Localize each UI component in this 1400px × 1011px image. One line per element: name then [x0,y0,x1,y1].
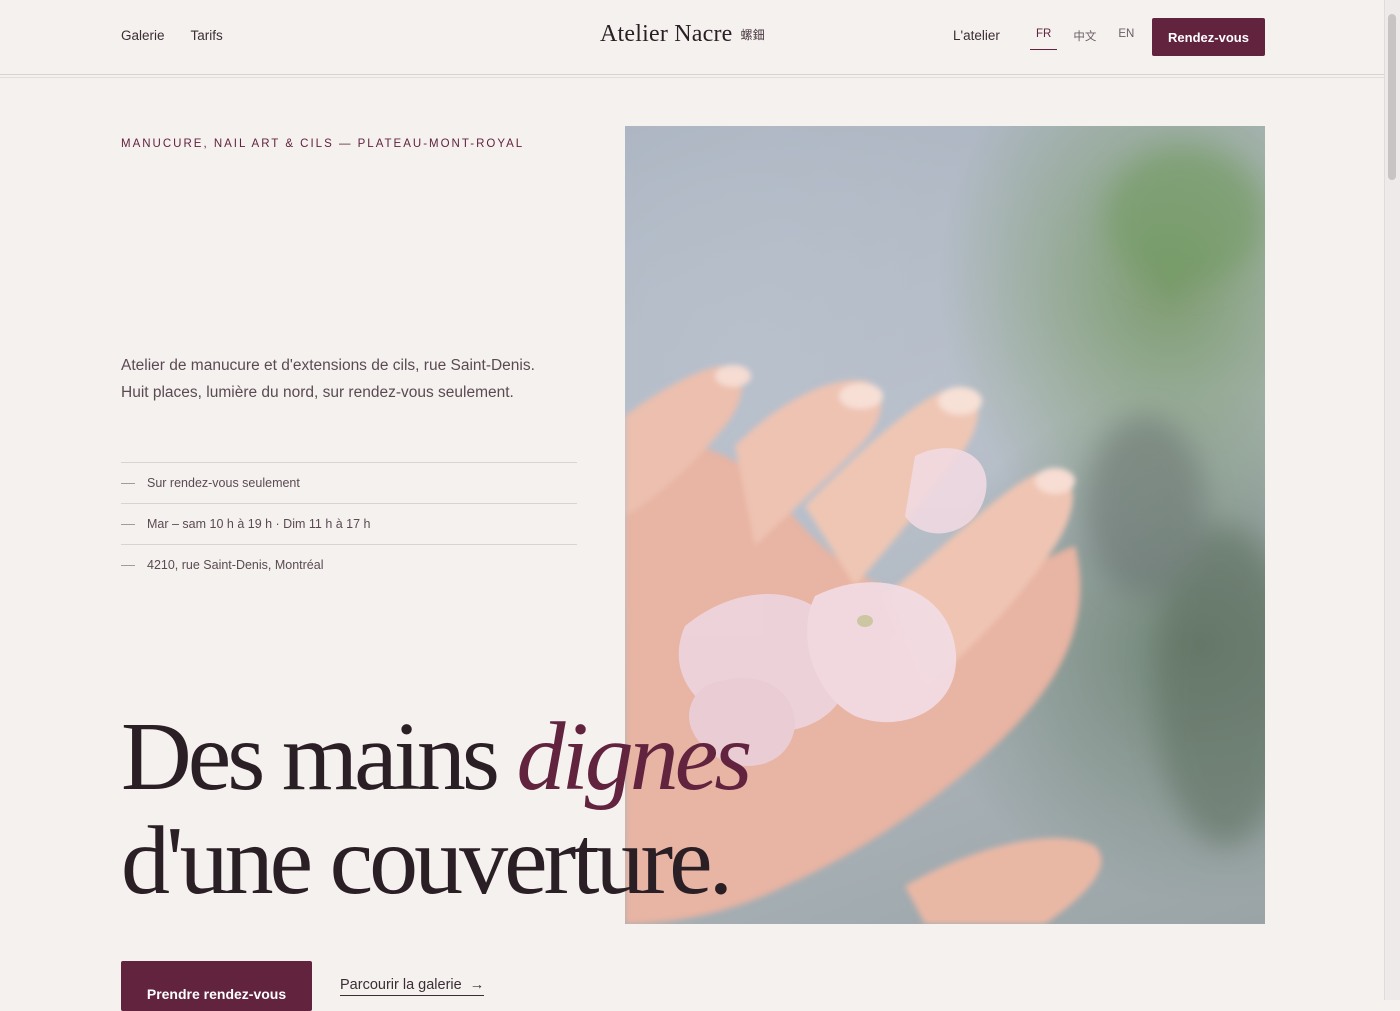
nav-link-atelier[interactable]: L'atelier [953,28,1000,43]
scrollbar-thumb[interactable] [1388,14,1396,180]
nav-link-tarifs[interactable]: Tarifs [191,28,223,43]
dash-icon [121,523,135,525]
hero-eyebrow: MANUCURE, NAIL ART & CILS — PLATEAU-MONT… [121,138,525,150]
dash-icon [121,564,135,566]
language-switcher: FR 中文 EN [1030,28,1140,50]
arrow-right-icon: → [469,977,485,993]
fact-item: Sur rendez-vous seulement [121,462,577,503]
prendre-rendezvous-button[interactable]: Prendre rendez-vous [121,961,312,1011]
headline-part1: Des mains [121,703,517,811]
fact-text: 4210, rue Saint-Denis, Montréal [147,558,324,572]
brand-name: Atelier Nacre [600,21,733,47]
fact-item: 4210, rue Saint-Denis, Montréal [121,544,577,585]
lang-zh[interactable]: 中文 [1067,28,1102,50]
site-header: Galerie Tarifs Atelier Nacre 螺鈿 L'atelier… [0,0,1385,78]
lang-en[interactable]: EN [1112,28,1140,50]
gallery-link[interactable]: Parcourir la galerie → [340,977,485,996]
brand-cjk-mark: 螺鈿 [740,28,765,42]
fact-item: Mar – sam 10 h à 19 h · Dim 11 h à 17 h [121,503,577,544]
gallery-link-label: Parcourir la galerie [340,977,462,993]
nav-link-galerie[interactable]: Galerie [121,28,165,43]
hero-facts-list: Sur rendez-vous seulement Mar – sam 10 h… [121,462,577,585]
page-scrollbar[interactable] [1384,0,1400,1000]
header-rendezvous-button[interactable]: Rendez-vous [1152,18,1265,56]
lang-fr[interactable]: FR [1030,28,1058,50]
headline-emphasis: dignes [516,703,753,811]
fact-text: Mar – sam 10 h à 19 h · Dim 11 h à 17 h [147,517,371,531]
hero-headline: Des mains dignes d'une couverture. [121,703,753,915]
hero-intro: Atelier de manucure et d'extensions de c… [121,357,535,401]
primary-nav: Galerie Tarifs [121,28,223,43]
fact-text: Sur rendez-vous seulement [147,476,300,490]
brand-logo[interactable]: Atelier Nacre 螺鈿 [600,21,765,48]
headline-line2: d'une couverture. [121,807,733,915]
dash-icon [121,482,135,484]
